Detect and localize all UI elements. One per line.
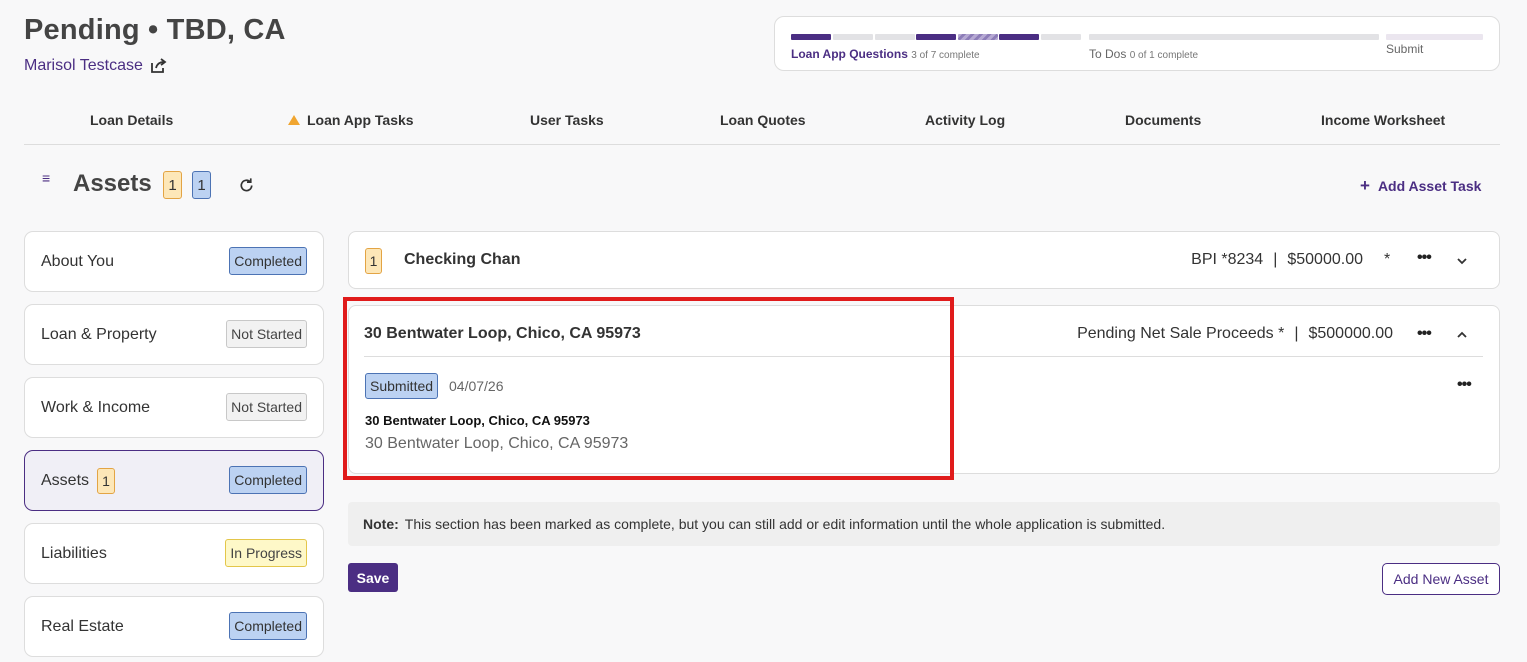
progress-segment [916,34,956,40]
tab-loan-details[interactable]: Loan Details [90,112,173,128]
asset-type: Pending Net Sale Proceeds * [1077,325,1285,342]
asset-card-checking[interactable]: 1 Checking Chan BPI *8234 | $50000.00 * … [348,231,1500,289]
progress-segment [791,34,831,40]
progress-segment [875,34,915,40]
progress-step-submit[interactable]: Submit [1386,42,1423,56]
status-badge: Completed [229,247,307,275]
progress-segment [999,34,1039,40]
sidebar-item-label: Loan & Property [41,325,157,343]
asset-amount: $50000.00 [1287,251,1363,268]
chevron-down-icon[interactable] [1455,254,1469,268]
separator: | [1294,325,1299,342]
sidebar-item-liabilities[interactable]: Liabilities In Progress [24,523,324,584]
sidebar-item-label: About You [41,252,114,270]
progress-segment [958,34,998,40]
separator: | [1273,251,1278,268]
sidebar-item-label: Assets [41,471,90,489]
asset-account: BPI *8234 [1191,251,1264,268]
status-badge: Not Started [226,393,307,421]
sidebar-item-loan-property[interactable]: Loan & Property Not Started [24,304,324,365]
count-badge-orange: 1 [163,171,182,199]
add-new-asset-button[interactable]: Add New Asset [1382,563,1500,595]
plus-icon: + [1360,176,1370,195]
note-label: Note: [363,516,399,532]
tab-activity-log[interactable]: Activity Log [925,112,1005,128]
progress-step-label: Loan App Questions [791,47,908,61]
note-banner: Note: This section has been marked as co… [348,502,1500,546]
count-badge-blue: 1 [192,171,211,199]
sidebar-item-label: Work & Income [41,398,151,416]
status-badge: Not Started [226,320,307,348]
tab-label: Loan App Tasks [307,112,414,128]
tab-documents[interactable]: Documents [1125,112,1201,128]
borrower-link[interactable]: Marisol Testcase [24,57,167,75]
highlight-box [343,297,954,480]
sidebar-item-real-estate[interactable]: Real Estate Completed [24,596,324,657]
section-title: Assets [73,170,152,197]
page-title: Pending • TBD, CA [24,14,286,46]
asset-summary: Pending Net Sale Proceeds * | $500000.00 [1077,325,1393,343]
sidebar-item-label: Liabilities [41,544,107,562]
refresh-icon[interactable] [238,177,255,194]
progress-step-detail: 0 of 1 complete [1129,50,1199,61]
sidebar-item-about-you[interactable]: About You Completed [24,231,324,292]
warning-icon [288,115,300,125]
more-options-icon[interactable]: ••• [1417,249,1432,267]
sidebar-item-work-income[interactable]: Work & Income Not Started [24,377,324,438]
tab-income-worksheet[interactable]: Income Worksheet [1321,112,1445,128]
sidebar-item-label: Real Estate [41,617,124,635]
more-options-icon[interactable]: ••• [1457,376,1472,394]
add-asset-task-button[interactable]: + Add Asset Task [1360,176,1481,196]
share-icon [150,58,167,73]
progress-step-label: To Dos [1089,47,1127,61]
main-tabs: Loan Details Loan App Tasks User Tasks L… [24,108,1500,145]
progress-step-loan-app[interactable]: Loan App Questions 3 of 7 complete [791,47,980,61]
asset-amount: $500000.00 [1308,325,1393,342]
status-badge: In Progress [225,539,307,567]
asset-summary: BPI *8234 | $50000.00 [1191,251,1363,269]
progress-step-detail: 3 of 7 complete [911,50,980,61]
chevron-up-icon[interactable] [1455,328,1469,342]
required-marker: * [1384,251,1391,268]
status-badge: Completed [229,466,307,494]
progress-tracker: Loan App Questions 3 of 7 complete To Do… [774,16,1500,71]
tab-loan-app-tasks[interactable]: Loan App Tasks [288,112,414,128]
asset-name: Checking Chan [404,251,521,268]
tab-user-tasks[interactable]: User Tasks [530,112,604,128]
menu-icon[interactable]: ≡ [42,170,50,186]
add-asset-task-label: Add Asset Task [1377,178,1482,194]
progress-segment [1386,34,1483,40]
sidebar-item-assets[interactable]: Assets 1 Completed [24,450,324,511]
more-options-icon[interactable]: ••• [1417,325,1432,343]
progress-segment [833,34,873,40]
progress-segment [1089,34,1379,40]
tab-loan-quotes[interactable]: Loan Quotes [720,112,806,128]
save-button[interactable]: Save [348,563,398,592]
status-badge: Completed [229,612,307,640]
count-badge: 1 [365,248,382,274]
note-text: This section has been marked as complete… [404,516,1166,532]
progress-segment [1041,34,1081,40]
borrower-name: Marisol Testcase [24,57,143,74]
progress-step-todos[interactable]: To Dos 0 of 1 complete [1089,47,1198,61]
count-badge: 1 [97,467,116,494]
